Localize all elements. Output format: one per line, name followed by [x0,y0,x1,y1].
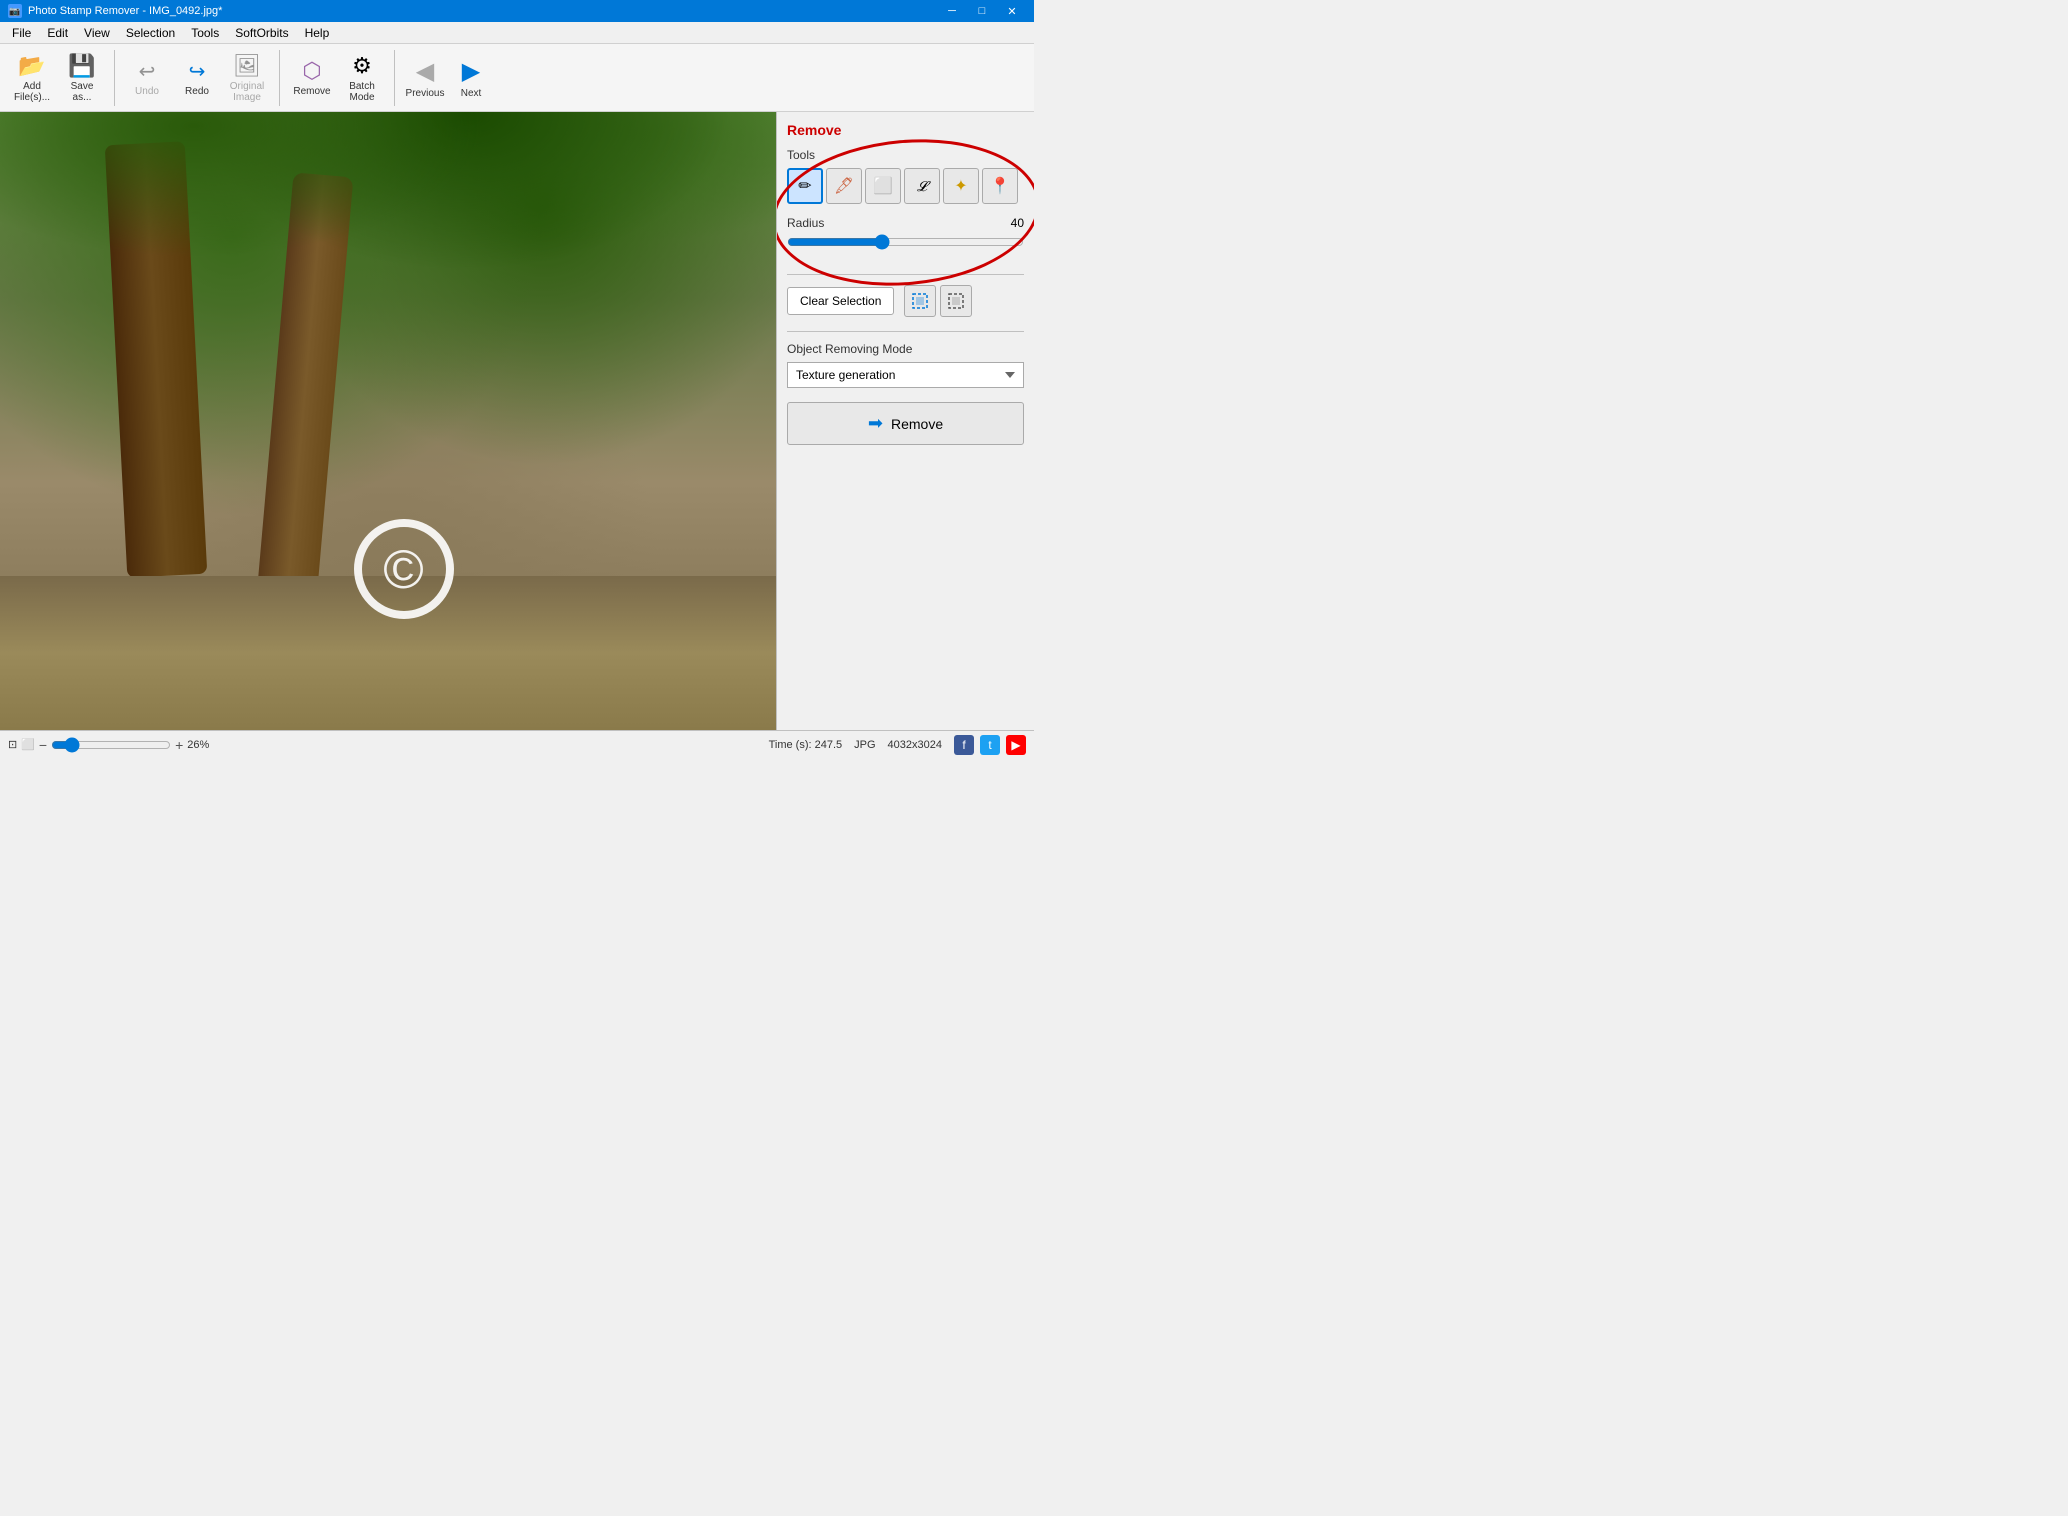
previous-label: Previous [406,88,445,99]
minimize-button[interactable]: ─ [938,0,966,22]
remove-execute-button[interactable]: ➡ Remove [787,402,1024,445]
original-image-icon: 🖼 [233,53,261,79]
zoom-controls: ⊡ ⬜ − + 26% [8,737,209,753]
original-image-button[interactable]: 🖼 Original Image [223,52,271,104]
load-selection-icon [947,292,965,310]
menu-file[interactable]: File [4,24,39,42]
save-selection-icon [911,292,929,310]
redo-icon: ↪ [189,59,206,84]
copyright-symbol: © [354,519,454,619]
main-area: © Remove Tools ✏ 🖋 ⬜ 𝓛 ✦ 📍 Radius 40 Cle… [0,112,1034,730]
tools-label: Tools [787,148,1024,162]
tool-lasso[interactable]: 𝓛 [904,168,940,204]
right-panel: Remove Tools ✏ 🖋 ⬜ 𝓛 ✦ 📍 Radius 40 Clear… [776,112,1034,730]
window-title: Photo Stamp Remover - IMG_0492.jpg* [28,5,222,17]
facebook-button[interactable]: f [954,735,974,755]
tool-stamp[interactable]: 📍 [982,168,1018,204]
file-tools-group: 📂 Add File(s)... 💾 Save as... [8,50,115,106]
add-files-icon: 📂 [18,53,45,79]
original-image-label: Original Image [230,81,264,103]
dimensions-label: 4032x3024 [888,739,942,751]
title-bar: 📷 Photo Stamp Remover - IMG_0492.jpg* ─ … [0,0,1034,22]
canvas-area[interactable]: © [0,112,776,730]
undo-button[interactable]: ↩ Undo [123,52,171,104]
maximize-button[interactable]: □ [968,0,996,22]
redo-label: Redo [185,86,209,97]
batch-mode-icon: ⚙ [352,53,372,79]
time-label: Time (s): 247.5 [769,739,843,751]
tool-rect-select[interactable]: ⬜ [865,168,901,204]
title-bar-controls[interactable]: ─ □ ✕ [938,0,1026,22]
remove-tool-icon: ⬡ [302,58,321,84]
object-removing-mode-label: Object Removing Mode [787,342,1024,356]
menu-tools[interactable]: Tools [183,24,227,42]
menu-bar: File Edit View Selection Tools SoftOrbit… [0,22,1034,44]
menu-edit[interactable]: Edit [39,24,76,42]
next-label: Next [461,88,482,99]
tool-pencil[interactable]: ✏ [787,168,823,204]
canvas-image: © [0,112,776,730]
clear-selection-button[interactable]: Clear Selection [787,287,894,315]
twitter-button[interactable]: t [980,735,1000,755]
radius-label: Radius [787,216,824,230]
add-files-button[interactable]: 📂 Add File(s)... [8,52,56,104]
menu-view[interactable]: View [76,24,118,42]
toolbar: 📂 Add File(s)... 💾 Save as... ↩ Undo ↪ R… [0,44,1034,112]
undo-icon: ↩ [139,59,156,84]
remove-button-toolbar[interactable]: ⬡ Remove [288,52,336,104]
radius-row: Radius 40 [787,216,1024,230]
panel-title: Remove [787,122,1024,138]
nav-group: ◀ Previous ▶ Next [403,50,501,106]
zoom-in-button[interactable]: + [175,737,183,753]
crop-icon: ⊡ [8,738,17,751]
menu-selection[interactable]: Selection [118,24,183,42]
select-load-icon-btn[interactable] [940,285,972,317]
youtube-button[interactable]: ▶ [1006,735,1026,755]
tool-eraser[interactable]: 🖋 [826,168,862,204]
status-bar: ⊡ ⬜ − + 26% Time (s): 247.5 JPG 4032x302… [0,730,1034,758]
remove-button-label: Remove [891,416,943,432]
zoom-level: 26% [187,739,209,751]
remove-arrow-icon: ➡ [868,413,883,434]
edit-tools-group: ↩ Undo ↪ Redo 🖼 Original Image [123,50,280,106]
redo-button[interactable]: ↪ Redo [173,52,221,104]
format-label: JPG [854,739,875,751]
save-as-button[interactable]: 💾 Save as... [58,52,106,104]
radius-value: 40 [1011,216,1024,230]
social-icons: f t ▶ [954,735,1026,755]
menu-help[interactable]: Help [297,24,338,42]
add-files-label: Add File(s)... [14,81,50,103]
remove-label: Remove [293,86,330,97]
app-icon: 📷 [8,4,22,18]
radius-slider[interactable] [787,234,1024,250]
batch-mode-label: Batch Mode [349,81,375,103]
undo-label: Undo [135,86,159,97]
prev-arrow-icon: ◀ [416,57,434,86]
next-button[interactable]: ▶ Next [449,52,493,104]
previous-button[interactable]: ◀ Previous [403,52,447,104]
save-as-label: Save as... [71,81,94,103]
select-icon: ⬜ [21,738,35,751]
select-save-icon-btn[interactable] [904,285,936,317]
divider-1 [787,274,1024,275]
zoom-slider[interactable] [51,737,171,753]
next-arrow-icon: ▶ [462,57,480,86]
zoom-out-button[interactable]: − [39,737,47,753]
selection-row: Clear Selection [787,285,1024,317]
divider-2 [787,331,1024,332]
remove-tools-group: ⬡ Remove ⚙ Batch Mode [288,50,395,106]
tool-magic-wand[interactable]: ✦ [943,168,979,204]
batch-mode-button[interactable]: ⚙ Batch Mode [338,52,386,104]
title-bar-left: 📷 Photo Stamp Remover - IMG_0492.jpg* [8,4,222,18]
tools-row: ✏ 🖋 ⬜ 𝓛 ✦ 📍 [787,168,1024,204]
menu-softorbits[interactable]: SoftOrbits [227,24,296,42]
close-button[interactable]: ✕ [998,0,1026,22]
save-icon: 💾 [68,53,95,79]
mode-select[interactable]: Texture generation Smart fill Clone [787,362,1024,388]
